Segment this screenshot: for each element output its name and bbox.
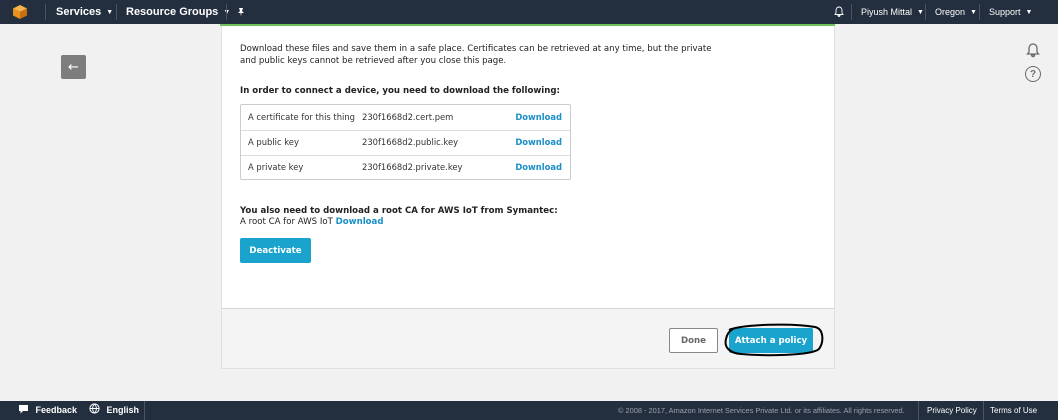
copyright-text: © 2008 - 2017, Amazon Internet Services … <box>618 406 905 415</box>
download-root-ca-link[interactable]: Download <box>336 217 384 227</box>
feedback-link[interactable]: Feedback <box>18 401 77 420</box>
table-row: A public key 230f1668d2.public.key Downl… <box>241 130 570 155</box>
download-public-key-link[interactable]: Download <box>515 130 562 155</box>
footer-divider <box>144 401 145 420</box>
feedback-label: Feedback <box>35 405 78 415</box>
speech-bubble-icon <box>18 405 32 415</box>
language-label: English <box>106 405 140 415</box>
chevron-down-icon: ▼ <box>970 9 977 16</box>
table-row: A certificate for this thing 230f1668d2.… <box>241 105 570 130</box>
footer-divider <box>983 401 984 420</box>
nav-divider <box>979 4 980 20</box>
footer-divider <box>918 401 919 420</box>
services-label: Services <box>56 6 102 18</box>
nav-divider <box>925 4 926 20</box>
back-button[interactable]: ← <box>61 55 86 79</box>
page-footer: Feedback English © 2008 - 2017, Amazon I… <box>0 401 1058 420</box>
certificate-created-panel: Download these files and save them in a … <box>221 26 835 369</box>
user-menu[interactable]: Piyush Mittal ▼ <box>861 0 924 24</box>
support-menu[interactable]: Support ▼ <box>989 0 1032 24</box>
root-ca-line: A root CA for AWS IoT Download <box>240 216 384 228</box>
deactivate-button[interactable]: Deactivate <box>240 238 311 263</box>
file-name: 230f1668d2.cert.pem <box>362 112 454 122</box>
terms-of-use-link[interactable]: Terms of Use <box>990 401 1037 420</box>
chevron-down-icon: ▼ <box>917 9 924 16</box>
services-menu[interactable]: Services ▼ <box>56 0 113 24</box>
panel-footer: Done Attach a policy <box>222 308 834 368</box>
intro-text-line-1: Download these files and save them in a … <box>240 44 712 54</box>
pin-icon[interactable] <box>236 0 246 24</box>
privacy-policy-link[interactable]: Privacy Policy <box>927 401 977 420</box>
notifications-bell-icon[interactable] <box>1025 42 1041 58</box>
attach-policy-button[interactable]: Attach a policy <box>729 328 813 353</box>
download-private-key-link[interactable]: Download <box>515 155 562 180</box>
globe-icon <box>89 403 103 415</box>
root-ca-text: A root CA for AWS IoT <box>240 217 333 227</box>
done-button[interactable]: Done <box>669 328 718 353</box>
nav-divider <box>851 4 852 20</box>
help-icon[interactable]: ? <box>1025 66 1041 82</box>
intro-text-line-2: and public keys cannot be retrieved afte… <box>240 56 507 66</box>
region-label: Oregon <box>935 7 966 17</box>
table-row: A private key 230f1668d2.private.key Dow… <box>241 155 570 180</box>
chevron-down-icon: ▼ <box>1025 9 1033 16</box>
chevron-down-icon: ▼ <box>106 9 114 16</box>
file-description: A public key <box>248 137 299 147</box>
bell-icon[interactable] <box>834 0 844 24</box>
arrow-left-icon: ← <box>68 59 79 75</box>
top-nav-bar: Services▼ Resource Groups▼ Piyush Mittal… <box>0 0 1058 24</box>
file-name: 230f1668d2.private.key <box>362 162 463 172</box>
file-description: A private key <box>248 162 304 172</box>
file-name: 230f1668d2.public.key <box>362 137 459 147</box>
resource-groups-label: Resource Groups <box>126 6 219 18</box>
nav-divider <box>45 4 46 20</box>
download-files-table: A certificate for this thing 230f1668d2.… <box>240 104 571 180</box>
support-label: Support <box>989 7 1021 17</box>
region-menu[interactable]: Oregon ▼ <box>935 0 977 24</box>
resource-groups-menu[interactable]: Resource Groups▼ <box>126 0 230 24</box>
aws-logo-icon[interactable] <box>0 0 40 24</box>
download-certificate-link[interactable]: Download <box>515 105 562 130</box>
language-selector[interactable]: English <box>89 401 139 420</box>
file-description: A certificate for this thing <box>248 112 355 122</box>
nav-divider <box>116 4 117 20</box>
user-label: Piyush Mittal <box>861 7 913 17</box>
nav-divider <box>226 4 227 20</box>
connect-heading: In order to connect a device, you need t… <box>240 86 560 96</box>
